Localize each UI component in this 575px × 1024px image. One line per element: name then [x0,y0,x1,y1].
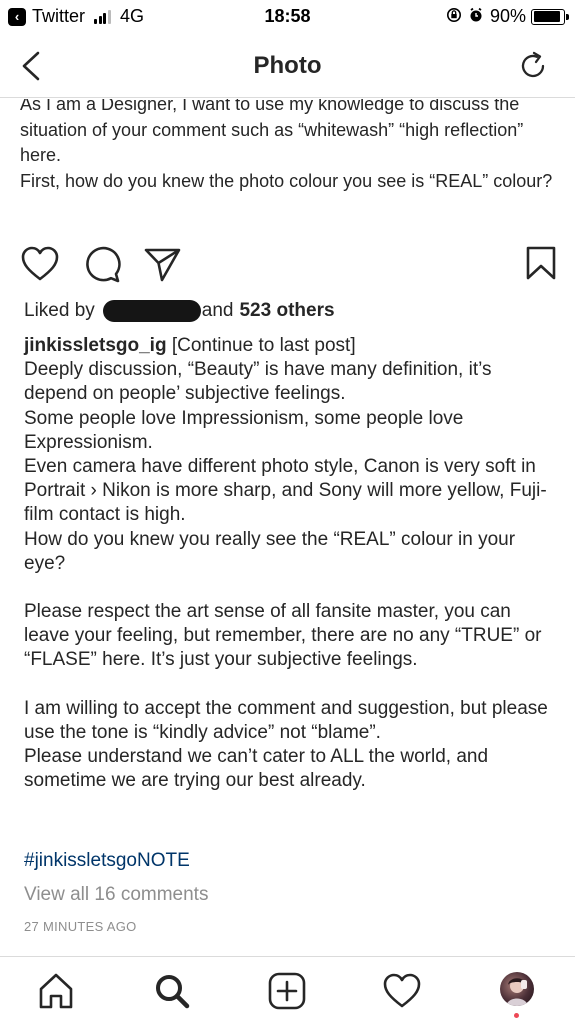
post-caption: jinkissletsgo_ig [Continue to last post]… [24,334,554,793]
notification-dot [514,1013,519,1018]
likes-summary[interactable]: Liked by and 523 others [24,300,335,322]
caption-continued-text: As I am a Designer, I want to use my kno… [20,99,553,191]
likes-count[interactable]: 523 others [239,300,334,322]
page-title: Photo [253,52,322,79]
battery-icon [531,8,569,25]
heart-icon[interactable] [20,244,60,284]
alarm-icon [468,7,484,27]
status-right: 90% [446,6,569,27]
battery-percent: 90% [489,6,526,26]
navigation-bar: Photo [0,34,575,98]
scrolled-caption-area: As I am a Designer, I want to use my kno… [0,99,575,239]
redacted-username [102,300,201,322]
avatar-image [506,978,528,1006]
add-post-icon[interactable] [267,971,307,1011]
bottom-tab-bar [0,956,575,1024]
view-all-comments-link[interactable]: View all 16 comments [24,884,208,906]
caption-paragraph: How do you knew you really see the “REAL… [24,528,516,574]
likes-prefix: Liked by [24,300,95,321]
search-icon[interactable] [152,971,192,1011]
activity-heart-icon[interactable] [382,971,422,1011]
caption-paragraph: Even camera have different photo style, … [24,456,547,526]
battery-level-fill [533,11,560,22]
profile-avatar[interactable] [500,972,534,1006]
post-action-row [0,244,575,288]
comment-icon[interactable] [82,244,122,284]
hashtag-link[interactable]: #jinkissletsgoNOTE [24,850,190,872]
refresh-icon[interactable] [517,50,549,82]
caption-paragraph: I am willing to accept the comment and s… [24,697,548,792]
likes-and: and [201,300,234,321]
bookmark-icon[interactable] [521,244,561,284]
post-timestamp: 27 MINUTES AGO [24,919,137,934]
status-bar: ‹ Twitter 4G 18:58 90% [0,0,575,34]
caption-paragraph: Deeply discussion, “Beauty” is have many… [24,359,492,405]
share-icon[interactable] [142,244,182,284]
caption-lead: [Continue to last post] [171,335,356,356]
author-username[interactable]: jinkissletsgo_ig [24,335,167,356]
orientation-lock-icon [446,7,462,27]
caption-paragraph: Please respect the art sense of all fans… [24,601,542,671]
home-icon[interactable] [36,971,76,1011]
caption-paragraph: Some people love Impressionism, some peo… [24,407,464,453]
